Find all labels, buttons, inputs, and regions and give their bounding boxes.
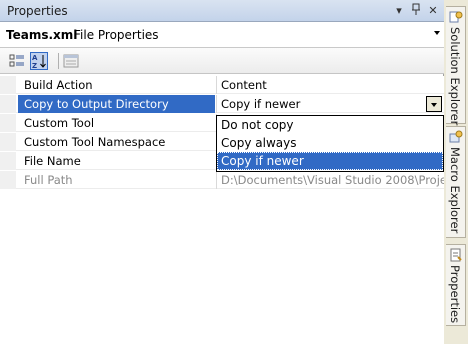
property-row-full-path[interactable]: Full Path D:\Documents\Visual Studio 200… [0,171,444,189]
dropdown-option-copy-always[interactable]: Copy always [217,134,443,152]
row-gutter [0,76,16,94]
property-name: Custom Tool Namespace [24,135,166,149]
svg-text:A: A [32,54,38,62]
svg-text:Z: Z [32,62,37,69]
property-name: Build Action [24,78,93,92]
property-row-copy-to-output[interactable]: Copy to Output Directory Copy if newer [0,95,444,113]
property-name: Copy to Output Directory [18,95,215,113]
property-name: File Name [24,154,81,168]
row-gutter [0,152,16,170]
object-selector[interactable]: Teams.xml File Properties [0,22,444,48]
chevron-down-icon[interactable] [434,31,440,35]
object-type: File Properties [74,28,159,42]
row-gutter [0,133,16,151]
window-position-dropdown-icon[interactable]: ▾ [392,3,406,18]
auto-hide-pin-icon[interactable] [409,3,423,18]
value-dropdown-button[interactable] [426,96,442,112]
row-gutter [0,95,16,113]
property-name: Full Path [24,173,73,187]
panel-titlebar: Properties ▾ ✕ [0,0,444,22]
solution-explorer-icon [449,10,463,24]
properties-icon [449,248,463,262]
properties-panel: Properties ▾ ✕ Teams.xml File Properties… [0,0,444,344]
property-row-build-action[interactable]: Build Action Content [0,76,444,94]
tab-properties[interactable]: Properties [446,244,466,326]
tab-solution-explorer[interactable]: Solution Explorer [446,6,466,126]
tab-label: Properties [448,265,462,324]
property-name: Custom Tool [24,116,95,130]
chevron-down-icon [431,103,437,107]
dropdown-option-copy-if-newer[interactable]: Copy if newer [217,152,443,170]
auto-hide-sidebar: Solution Explorer Macro Explorer Propert… [444,0,468,344]
row-gutter [0,114,16,132]
tab-label: Macro Explorer [448,147,462,234]
tab-macro-explorer[interactable]: Macro Explorer [446,126,466,238]
property-value: D:\Documents\Visual Studio 2008\Projects [221,173,444,187]
property-value[interactable]: Content [217,76,444,94]
object-name: Teams.xml [6,28,78,42]
panel-title: Properties [7,4,68,18]
copy-option-dropdown-list: Do not copy Copy always Copy if newer [216,115,444,172]
close-icon[interactable]: ✕ [426,3,440,18]
property-pages-icon[interactable] [62,52,80,70]
property-value-field[interactable]: Copy if newer [217,95,444,113]
dropdown-option-do-not-copy[interactable]: Do not copy [217,116,443,134]
row-gutter [0,171,16,189]
toolbar-separator [58,53,59,69]
categorized-icon[interactable] [8,52,26,70]
alphabetical-icon[interactable]: A Z [30,52,48,70]
tab-label: Solution Explorer [448,27,462,126]
properties-toolbar: A Z [0,48,444,74]
macro-explorer-icon [449,130,463,144]
